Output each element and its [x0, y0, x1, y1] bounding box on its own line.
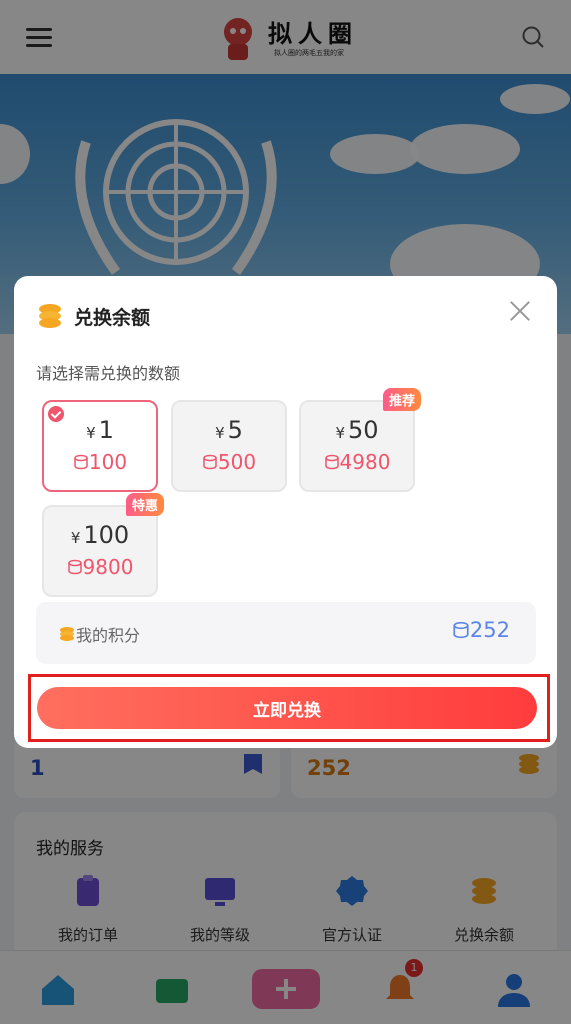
currency-symbol: ¥	[70, 529, 81, 547]
modal-header: 兑换余额	[36, 302, 150, 330]
currency-symbol: ¥	[86, 424, 96, 442]
exchange-now-button[interactable]: 立即兑换	[37, 687, 537, 729]
close-icon[interactable]	[509, 300, 531, 322]
option-price: 50	[348, 416, 379, 444]
my-points-label: 我的积分	[76, 626, 141, 645]
points-icon	[203, 454, 217, 470]
special-offer-badge: 特惠	[125, 493, 164, 516]
option-price: 1	[98, 416, 114, 444]
select-amount-hint: 请选择需兑换的数额	[36, 364, 181, 383]
amount-option-100[interactable]: 特惠 ¥100 9800	[42, 493, 164, 597]
coins-icon	[39, 304, 61, 328]
my-points-value: 252	[469, 618, 510, 642]
check-icon	[48, 406, 64, 422]
modal-title: 兑换余额	[74, 306, 151, 329]
option-points: 9800	[82, 555, 134, 579]
exchange-button-highlight: 立即兑换	[28, 674, 550, 742]
option-points: 500	[217, 450, 257, 474]
points-icon	[74, 454, 88, 470]
points-icon	[67, 559, 82, 575]
coins-icon	[60, 627, 74, 641]
amount-option-50[interactable]: 推荐 ¥50 4980	[299, 388, 421, 492]
amount-option-5[interactable]: ¥5 500	[171, 400, 287, 492]
exchange-balance-modal: 兑换余额 请选择需兑换的数额 ¥1 100 ¥5 500 推荐 ¥50 4980…	[14, 276, 557, 748]
option-price: 5	[227, 416, 243, 444]
points-icon	[324, 454, 339, 470]
recommended-badge: 推荐	[382, 388, 421, 411]
currency-symbol: ¥	[335, 424, 345, 442]
currency-symbol: ¥	[215, 424, 225, 442]
points-icon	[453, 621, 469, 639]
option-points: 4980	[339, 450, 391, 474]
option-points: 100	[88, 450, 128, 474]
option-price: 100	[83, 521, 130, 549]
my-points-row: 我的积分 252	[36, 602, 536, 664]
amount-option-1[interactable]: ¥1 100	[42, 400, 158, 492]
